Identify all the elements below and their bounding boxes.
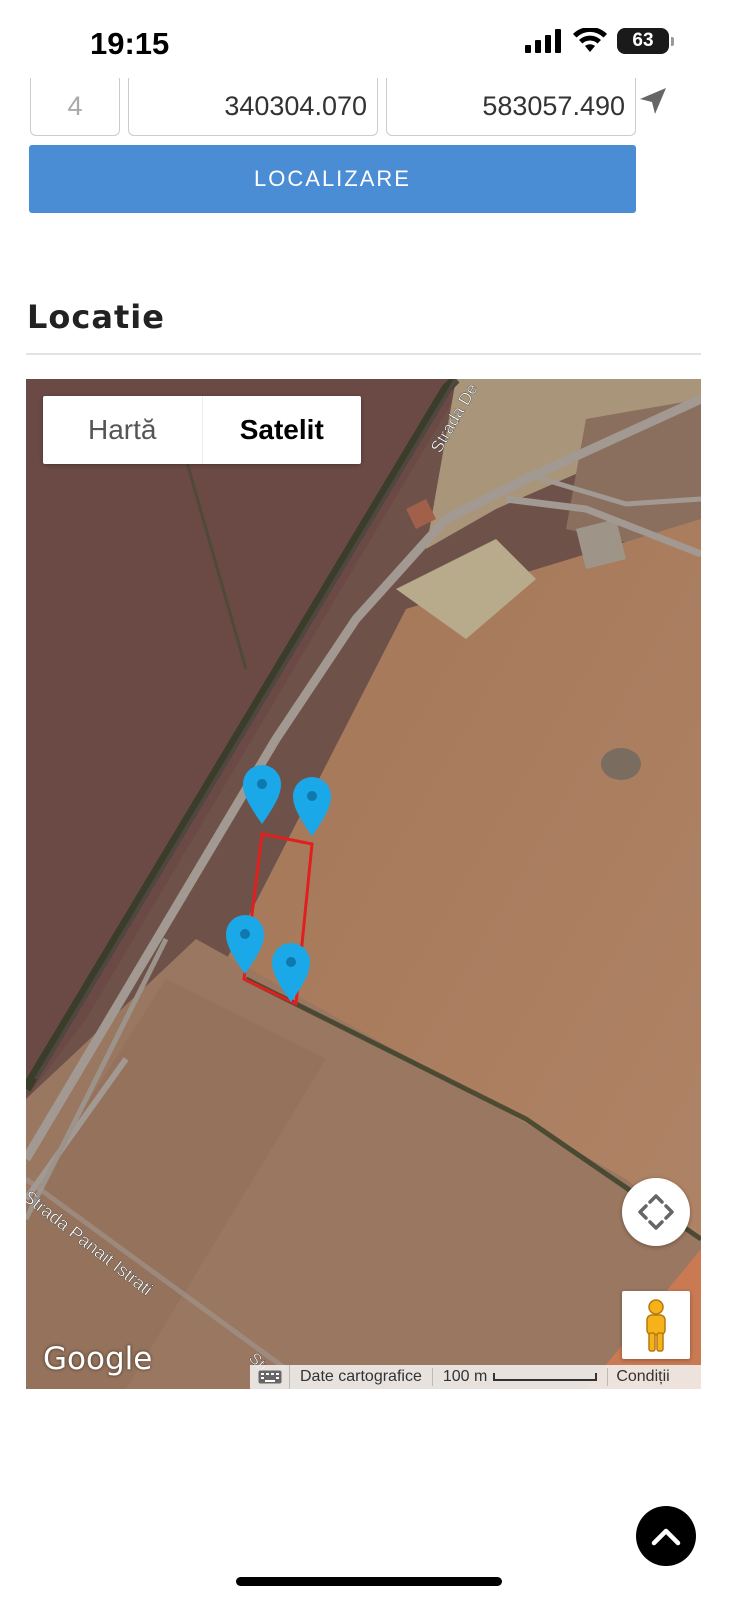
status-bar: 19:15 63 bbox=[0, 0, 739, 80]
battery-icon: 63 bbox=[617, 28, 674, 54]
coordinate-row: 4 340304.070 583057.490 bbox=[30, 78, 690, 136]
y-coordinate-field[interactable]: 583057.490 bbox=[386, 78, 636, 136]
map-view[interactable]: Strada De Strada Panait Istrati Stra Har… bbox=[26, 379, 701, 1389]
street-view-pegman-button[interactable] bbox=[622, 1291, 690, 1359]
keyboard-shortcuts-button[interactable] bbox=[250, 1365, 290, 1389]
x-coordinate-field[interactable]: 340304.070 bbox=[128, 78, 378, 136]
navigation-arrow-icon[interactable] bbox=[638, 86, 668, 116]
status-icons: 63 bbox=[525, 28, 674, 54]
map-footer: Date cartografice 100 m Condiții bbox=[250, 1365, 701, 1389]
google-logo: Google bbox=[43, 1341, 153, 1377]
fullscreen-icon bbox=[638, 1194, 674, 1230]
scroll-top-button[interactable] bbox=[636, 1506, 696, 1566]
map-type-toggle: Hartă Satelit bbox=[43, 396, 361, 464]
map-type-harta-button[interactable]: Hartă bbox=[43, 396, 202, 464]
section-title: Locatie bbox=[27, 298, 165, 336]
chevron-up-icon bbox=[651, 1528, 681, 1546]
section-divider bbox=[26, 353, 701, 355]
pegman-icon bbox=[646, 1299, 666, 1352]
terms-link[interactable]: Condiții bbox=[608, 1368, 677, 1386]
map-data-attribution[interactable]: Date cartografice bbox=[290, 1368, 433, 1386]
wifi-icon bbox=[573, 28, 607, 52]
localize-button[interactable]: LOCALIZARE bbox=[29, 145, 636, 213]
fullscreen-button[interactable] bbox=[622, 1178, 690, 1246]
keyboard-icon bbox=[258, 1370, 281, 1384]
satellite-imagery: Strada De Strada Panait Istrati Stra bbox=[26, 379, 701, 1389]
map-scale[interactable]: 100 m bbox=[433, 1368, 609, 1386]
home-indicator bbox=[236, 1577, 502, 1586]
signal-icon bbox=[525, 29, 561, 53]
battery-level: 63 bbox=[632, 30, 654, 51]
scale-label: 100 m bbox=[442, 1368, 488, 1385]
map-type-satelit-button[interactable]: Satelit bbox=[201, 396, 362, 464]
point-index-field[interactable]: 4 bbox=[30, 78, 120, 136]
status-time: 19:15 bbox=[90, 26, 170, 61]
scale-bar bbox=[493, 1373, 598, 1381]
